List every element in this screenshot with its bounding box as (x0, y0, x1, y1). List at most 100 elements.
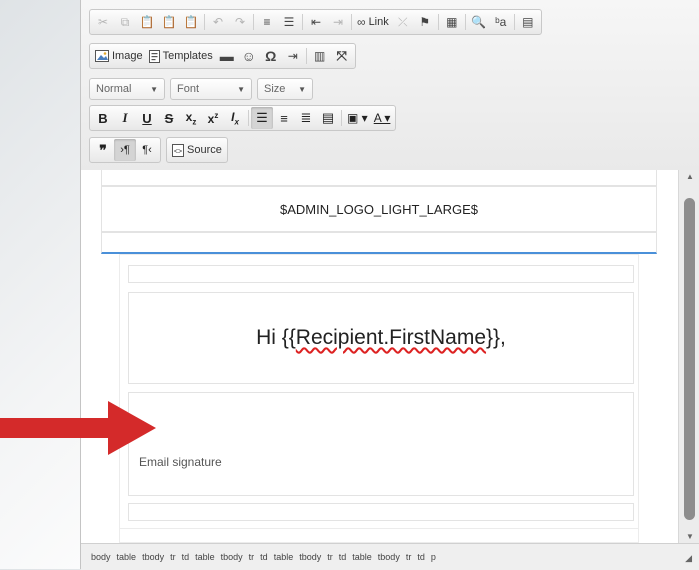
paste-text-button[interactable]: 📋 (158, 11, 180, 33)
bulleted-list-icon: ☰ (283, 15, 295, 29)
ltr-button[interactable]: ›¶ (114, 139, 136, 161)
italic-button[interactable]: I (114, 107, 136, 129)
anchor-button[interactable]: ⚑ (414, 11, 436, 33)
text-color-button[interactable]: A ▾ (371, 107, 394, 129)
cut-button[interactable]: ✂ (92, 11, 114, 33)
toolbar-separator (305, 48, 307, 64)
bulleted-list-button[interactable]: ☰ (278, 11, 300, 33)
paste-button[interactable]: 📋 (136, 11, 158, 33)
element-path-item[interactable]: p (431, 552, 436, 562)
element-path-item[interactable]: tbody (378, 552, 400, 562)
horizontal-rule-icon: ▬ (219, 48, 234, 64)
increase-indent-icon: ⇥ (332, 15, 344, 29)
element-path-item[interactable]: td (339, 552, 347, 562)
special-char-button[interactable]: Ω (260, 45, 282, 67)
undo-button[interactable]: ↶ (207, 11, 229, 33)
redo-button[interactable]: ↷ (229, 11, 251, 33)
undo-icon: ↶ (212, 15, 224, 29)
element-path-item[interactable]: tr (406, 552, 412, 562)
font-dropdown[interactable]: Font ▼ (170, 78, 252, 100)
element-path-item[interactable]: td (260, 552, 268, 562)
maximize-button[interactable]: ⤧ (331, 45, 353, 67)
element-path-item[interactable]: table (352, 552, 372, 562)
subscript-button[interactable]: xz (180, 107, 202, 129)
background-color-icon: ▣ ▾ (347, 111, 368, 125)
find-button[interactable]: 🔍 (468, 11, 490, 33)
remove-format-button[interactable]: Ix (224, 107, 246, 129)
vertical-scrollbar[interactable]: ▲ ▼ (678, 170, 699, 543)
superscript-button[interactable]: xz (202, 107, 224, 129)
block-toolbar-group: ❞ ›¶ ¶‹ (89, 137, 161, 163)
source-button[interactable]: <> Source (169, 139, 225, 161)
rtl-button[interactable]: ¶‹ (136, 139, 158, 161)
element-path-item[interactable]: body (91, 552, 111, 562)
table-button[interactable]: ▦ (441, 11, 463, 33)
greeting-suffix: }}, (486, 326, 506, 349)
scroll-down-arrow-icon[interactable]: ▼ (679, 532, 699, 541)
header-divider (101, 232, 657, 254)
signature-cell[interactable]: Email signature (128, 392, 634, 496)
image-button[interactable]: Image (92, 45, 146, 67)
spacer-cell (128, 503, 634, 521)
size-dropdown[interactable]: Size ▼ (257, 78, 313, 100)
element-path-item[interactable]: tbody (221, 552, 243, 562)
justify-button[interactable]: ▤ (317, 107, 339, 129)
image-button-label: Image (112, 50, 143, 62)
logo-cell[interactable]: $ADMIN_LOGO_LIGHT_LARGE$ (101, 186, 657, 232)
toolbar-row-1: ✂ ⧉ 📋 📋 📋 ↶ ↷ ≡ ☰ ⇤ ⇥ ∞ Link ⤫ ⚑ ▦ 🔍 ᵇa ▤ (89, 9, 542, 35)
background-color-button[interactable]: ▣ ▾ (344, 107, 371, 129)
clipboard-toolbar-group: ✂ ⧉ 📋 📋 📋 ↶ ↷ ≡ ☰ ⇤ ⇥ ∞ Link ⤫ ⚑ ▦ 🔍 ᵇa ▤ (89, 9, 542, 35)
paste-word-button[interactable]: 📋 (180, 11, 202, 33)
source-toolbar-group: <> Source (166, 137, 228, 163)
anchor-icon: ⚑ (419, 15, 431, 29)
show-blocks-button[interactable]: ▥ (309, 45, 331, 67)
format-dropdown[interactable]: Normal ▼ (89, 78, 165, 100)
increase-indent-button[interactable]: ⇥ (327, 11, 349, 33)
omega-icon: Ω (265, 48, 277, 64)
copy-button[interactable]: ⧉ (114, 11, 136, 33)
editor-content-area[interactable]: $ADMIN_LOGO_LIGHT_LARGE$ Hi {{Recipient.… (81, 170, 678, 543)
toolbar-row-3: Normal ▼ Font ▼ Size ▼ (89, 76, 313, 102)
element-path-item[interactable]: table (195, 552, 215, 562)
link-button[interactable]: ∞ Link (354, 11, 392, 33)
smiley-icon: ☺ (241, 48, 256, 64)
underline-button[interactable]: U (136, 107, 158, 129)
subscript-icon: xz (185, 109, 197, 127)
element-path-item[interactable]: tbody (299, 552, 321, 562)
insert-toolbar-group: Image Templates ▬ ☺ Ω ⇥ ▥ ⤧ (89, 43, 356, 69)
font-dropdown-value: Font (177, 83, 200, 95)
align-left-button[interactable]: ☰ (251, 107, 273, 129)
element-path-item[interactable]: table (274, 552, 294, 562)
scroll-up-arrow-icon[interactable]: ▲ (679, 172, 699, 181)
align-right-button[interactable]: ≣ (295, 107, 317, 129)
resize-handle-icon[interactable]: ◢ (685, 553, 692, 564)
element-path-item[interactable]: tr (327, 552, 333, 562)
align-center-button[interactable]: ≡ (273, 107, 295, 129)
replace-button[interactable]: ᵇa (490, 11, 512, 33)
toolbar-separator (248, 110, 249, 126)
bold-button[interactable]: B (92, 107, 114, 129)
blockquote-button[interactable]: ❞ (92, 139, 114, 161)
page-break-button[interactable]: ⇥ (282, 45, 304, 67)
element-path-item[interactable]: tbody (142, 552, 164, 562)
horizontal-rule-button[interactable]: ▬ (216, 45, 238, 67)
element-path-item[interactable]: td (417, 552, 425, 562)
decrease-indent-button[interactable]: ⇤ (305, 11, 327, 33)
smiley-button[interactable]: ☺ (238, 45, 260, 67)
strikethrough-button[interactable]: S (158, 107, 180, 129)
element-path-item[interactable]: td (182, 552, 190, 562)
scrollbar-thumb[interactable] (684, 198, 695, 520)
remove-format-icon: Ix (231, 109, 239, 127)
toolbar-separator (513, 14, 515, 30)
element-path-item[interactable]: tr (170, 552, 176, 562)
greeting-cell[interactable]: Hi {{Recipient.FirstName}}, (128, 292, 634, 384)
format-dropdown-value: Normal (96, 83, 132, 95)
unlink-button[interactable]: ⤫ (392, 11, 414, 33)
element-path-item[interactable]: tr (249, 552, 255, 562)
templates-button[interactable]: Templates (146, 45, 216, 67)
numbered-list-button[interactable]: ≡ (256, 11, 278, 33)
select-all-button[interactable]: ▤ (517, 11, 539, 33)
find-icon: 🔍 (471, 15, 487, 29)
rich-text-editor: ✂ ⧉ 📋 📋 📋 ↶ ↷ ≡ ☰ ⇤ ⇥ ∞ Link ⤫ ⚑ ▦ 🔍 ᵇa ▤ Image Templates (80, 0, 699, 570)
element-path-item[interactable]: table (117, 552, 137, 562)
